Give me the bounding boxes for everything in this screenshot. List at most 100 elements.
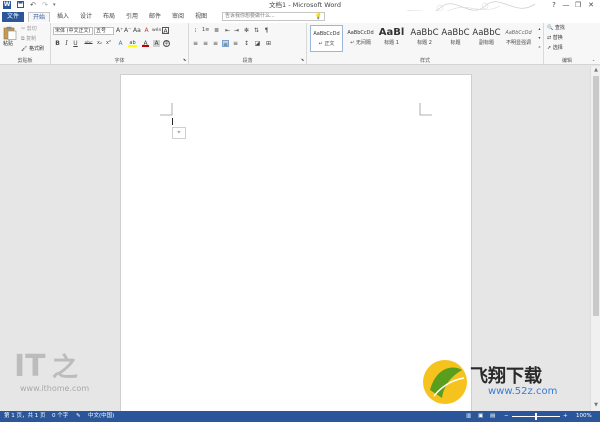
clear-formatting-icon[interactable]: A (143, 27, 150, 34)
phonetic-guide-icon[interactable]: wén (152, 27, 161, 34)
underline-icon[interactable]: U (72, 40, 79, 47)
tab-review[interactable]: 审阅 (169, 12, 187, 22)
style-normal[interactable]: AaBbCcDd ↵ 正文 (310, 25, 343, 52)
style-title[interactable]: AaBbC 标题 (439, 25, 472, 52)
paste-icon[interactable] (3, 26, 17, 40)
chinese-layout-icon[interactable]: ✻ (243, 27, 250, 34)
format-painter-button[interactable]: 🖌 格式刷 (21, 46, 44, 53)
character-shading-icon[interactable]: A (153, 40, 160, 47)
print-layout-icon[interactable]: ▣ (478, 411, 483, 422)
justify-icon[interactable]: ≡ (222, 40, 229, 48)
center-icon[interactable]: ≡ (202, 40, 209, 47)
grow-font-icon[interactable]: A⁺ (116, 27, 123, 34)
tab-file[interactable]: 文件 (2, 12, 24, 22)
word-count-status[interactable]: 0 个字 (52, 411, 68, 422)
zoom-level[interactable]: 100% (576, 411, 592, 422)
52z-watermark-title: 飞翔下载 (470, 366, 542, 387)
close-button[interactable]: ✕ (585, 0, 597, 10)
subscript-icon[interactable]: x₂ (96, 40, 103, 47)
numbering-icon[interactable]: 1≡ (202, 27, 209, 34)
styles-group-label: 样式 (419, 58, 430, 64)
font-size-select[interactable]: 五号 (94, 27, 114, 35)
styles-scroll-up-icon[interactable]: ▴ (536, 25, 543, 32)
zoom-in-button[interactable]: + (563, 411, 568, 422)
tab-design[interactable]: 设计 (77, 12, 95, 22)
style-normal-name: ↵ 正文 (318, 41, 335, 47)
align-right-icon[interactable]: ≡ (212, 40, 219, 47)
style-heading-1[interactable]: AaBl 标题 1 (375, 25, 408, 52)
scroll-thumb[interactable] (593, 76, 599, 316)
font-color-icon[interactable]: A (142, 40, 149, 47)
distributed-icon[interactable]: ≡ (232, 40, 239, 47)
bold-icon[interactable]: B (54, 40, 61, 47)
style-subtitle-preview: AaBbC (472, 28, 501, 38)
read-mode-icon[interactable]: ▥ (466, 411, 471, 422)
replace-button[interactable]: ⇄ 替换 (547, 35, 563, 42)
tab-mailings[interactable]: 邮件 (146, 12, 164, 22)
style-subtle-emphasis[interactable]: AaBbCcDd 不明显强调 (502, 25, 535, 52)
styles-scroll-down-icon[interactable]: ▾ (536, 34, 543, 41)
collapse-ribbon-icon[interactable]: ⌃ (590, 58, 597, 65)
tab-view[interactable]: 视图 (192, 12, 210, 22)
web-layout-icon[interactable]: ▤ (490, 411, 495, 422)
undo-icon[interactable]: ↶ (30, 1, 36, 9)
font-dialog-launcher-icon[interactable]: ⬊ (181, 56, 188, 63)
save-icon[interactable] (17, 1, 24, 9)
styles-more-icon[interactable]: ⩡ (536, 43, 543, 50)
style-no-spacing[interactable]: AaBbCcDd ↵ 无间隔 (344, 25, 377, 52)
copy-button[interactable]: ⧉ 复制 (21, 36, 36, 43)
tab-home[interactable]: 开始 (28, 12, 50, 22)
scroll-up-icon[interactable]: ▲ (592, 67, 600, 74)
italic-icon[interactable]: I (63, 40, 70, 47)
page-count-status[interactable]: 第 1 页，共 1 页 (4, 411, 46, 422)
enclose-characters-icon[interactable]: 字 (163, 40, 170, 47)
find-icon: 🔍 (547, 25, 555, 31)
increase-indent-icon[interactable]: ⇥ (233, 27, 240, 34)
scroll-down-icon[interactable]: ▼ (592, 402, 600, 409)
status-bar: 第 1 页，共 1 页 0 个字 ✎ 中文(中国) ▥ ▣ ▤ − + 100% (0, 411, 600, 422)
shrink-font-icon[interactable]: A⁻ (124, 27, 131, 34)
tab-layout[interactable]: 布局 (100, 12, 118, 22)
ribbon-home: 粘贴 ✂ 剪切 ⧉ 复制 🖌 格式刷 剪贴板 宋体 (中文正文) 五号 A⁺ A… (0, 23, 600, 65)
minimize-button[interactable]: — (560, 0, 572, 10)
paste-options-icon[interactable]: ⌖ (172, 127, 186, 139)
superscript-icon[interactable]: x² (105, 40, 112, 47)
strikethrough-icon[interactable]: abc (83, 40, 94, 47)
zoom-out-button[interactable]: − (504, 411, 509, 422)
help-button[interactable]: ? (548, 0, 560, 10)
sort-icon[interactable]: ⇅ (253, 27, 260, 34)
redo-icon[interactable]: ↷ (42, 1, 48, 9)
show-formatting-marks-icon[interactable]: ¶ (263, 27, 270, 34)
align-left-icon[interactable]: ≡ (192, 40, 199, 47)
font-name-select[interactable]: 宋体 (中文正文) (53, 27, 93, 35)
tab-references[interactable]: 引用 (123, 12, 141, 22)
zoom-slider-thumb[interactable] (535, 413, 537, 420)
style-subtitle[interactable]: AaBbC 副标题 (470, 25, 503, 52)
find-button[interactable]: 🔍 查找 (547, 25, 565, 32)
shading-icon[interactable]: ◪ (254, 40, 261, 47)
borders-icon[interactable]: ⊞ (265, 40, 272, 47)
line-spacing-icon[interactable]: ↕ (243, 40, 250, 47)
tab-insert[interactable]: 插入 (54, 12, 72, 22)
language-status[interactable]: 中文(中国) (88, 411, 114, 422)
text-effects-icon[interactable]: A (117, 40, 124, 47)
cut-button[interactable]: ✂ 剪切 (21, 26, 37, 33)
style-heading-2[interactable]: AaBbC 标题 2 (408, 25, 441, 52)
multilevel-list-icon[interactable]: ≣ (213, 27, 220, 34)
word-app-icon[interactable]: W (3, 1, 11, 9)
crop-mark-top-left-icon (160, 103, 173, 116)
highlight-icon[interactable]: ab (128, 40, 137, 47)
change-case-icon[interactable]: Aa (133, 27, 141, 34)
tell-me-search-input[interactable]: 告诉我你想要做什么... 💡 (222, 12, 325, 21)
select-button[interactable]: ➚ 选择 (547, 45, 563, 52)
paste-button[interactable]: 粘贴 (3, 41, 13, 48)
style-heading-2-preview: AaBbC (410, 28, 439, 38)
restore-button[interactable]: ❐ (572, 0, 584, 10)
character-border-icon[interactable]: A (162, 27, 169, 35)
bullets-icon[interactable]: ⁝ (192, 27, 199, 34)
customize-quick-access-icon[interactable]: ▾ (53, 1, 56, 9)
decrease-indent-icon[interactable]: ⇤ (224, 27, 231, 34)
font-group: 宋体 (中文正文) 五号 A⁺ A⁻ Aa A wén A B I U abc … (51, 23, 189, 65)
proofing-icon[interactable]: ✎ (76, 411, 81, 422)
paragraph-dialog-launcher-icon[interactable]: ⬊ (299, 56, 306, 63)
